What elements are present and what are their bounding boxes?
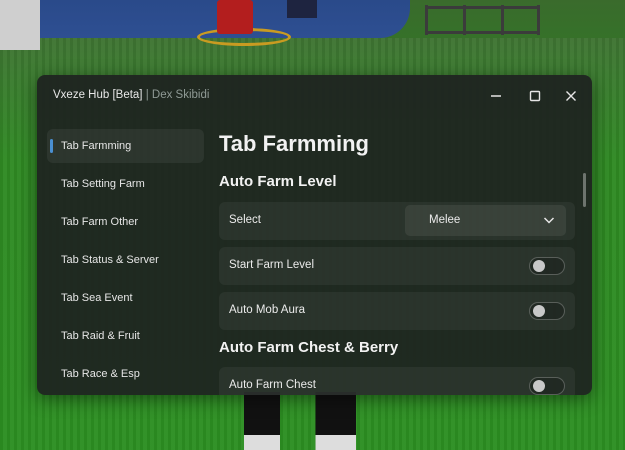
sidebar-item-setting-farm[interactable]: Tab Setting Farm — [47, 167, 204, 201]
maximize-button[interactable] — [524, 85, 546, 107]
title-bar[interactable]: Vxeze Hub [Beta] | Dex Skibidi — [37, 75, 592, 117]
auto-farm-chest-toggle[interactable] — [529, 377, 565, 395]
close-icon — [566, 91, 576, 101]
close-button[interactable] — [560, 85, 582, 107]
select-weapon-row: Select Melee — [219, 202, 575, 240]
section-title-auto-farm-chest-berry: Auto Farm Chest & Berry — [219, 339, 399, 356]
player-shoes — [244, 435, 356, 450]
sidebar-item-label: Tab Sea Event — [61, 292, 133, 304]
hub-window: Vxeze Hub [Beta] | Dex Skibidi Tab Farmm… — [37, 75, 592, 395]
auto-farm-chest-label: Auto Farm Chest — [229, 379, 316, 391]
toggle-knob — [533, 260, 545, 272]
sidebar: Tab Farmming Tab Setting Farm Tab Farm O… — [47, 127, 205, 395]
start-farm-level-toggle[interactable] — [529, 257, 565, 275]
app-subtitle: | Dex Skibidi — [145, 89, 210, 101]
sidebar-item-label: Tab Raid & Fruit — [61, 330, 140, 342]
sidebar-item-label: Tab Race & Esp — [61, 368, 140, 380]
maximize-icon — [529, 90, 541, 102]
content-panel: Tab Farmming Auto Farm Level Select Mele… — [219, 127, 577, 395]
sidebar-item-label: Tab Farm Other — [61, 216, 139, 228]
sidebar-item-label: Tab Status & Server — [61, 254, 159, 266]
sidebar-item-race-esp[interactable]: Tab Race & Esp — [47, 357, 204, 391]
app-title: Vxeze Hub [Beta] — [53, 89, 143, 101]
npc-character — [217, 0, 253, 34]
npc-character-2 — [287, 0, 317, 18]
start-farm-level-row: Start Farm Level — [219, 247, 575, 285]
sidebar-item-sea-event[interactable]: Tab Sea Event — [47, 281, 204, 315]
dropdown-value: Melee — [429, 214, 461, 226]
fence — [425, 5, 540, 35]
start-farm-level-label: Start Farm Level — [229, 259, 314, 271]
sidebar-item-label: Tab Farmming — [61, 140, 132, 152]
page-title: Tab Farmming — [219, 131, 369, 156]
stone-pillar — [0, 0, 40, 50]
section-title-auto-farm-level: Auto Farm Level — [219, 173, 337, 190]
auto-mob-aura-row: Auto Mob Aura — [219, 292, 575, 330]
sidebar-item-farm-other[interactable]: Tab Farm Other — [47, 205, 204, 239]
sidebar-item-label: Tab Setting Farm — [61, 178, 145, 190]
select-label: Select — [229, 214, 261, 226]
minimize-icon — [491, 95, 501, 97]
auto-farm-chest-row: Auto Farm Chest — [219, 367, 575, 395]
auto-mob-aura-label: Auto Mob Aura — [229, 304, 306, 316]
auto-mob-aura-toggle[interactable] — [529, 302, 565, 320]
sidebar-item-status-server[interactable]: Tab Status & Server — [47, 243, 204, 277]
sidebar-item-farmming[interactable]: Tab Farmming — [47, 129, 204, 163]
weapon-dropdown[interactable]: Melee — [405, 205, 566, 236]
chevron-down-icon — [543, 217, 555, 224]
window-title: Vxeze Hub [Beta] | Dex Skibidi — [53, 89, 209, 101]
sidebar-item-raid-fruit[interactable]: Tab Raid & Fruit — [47, 319, 204, 353]
minimize-button[interactable] — [485, 85, 507, 107]
toggle-knob — [533, 380, 545, 392]
active-indicator — [50, 139, 53, 153]
toggle-knob — [533, 305, 545, 317]
content-scrollbar[interactable] — [583, 173, 586, 207]
